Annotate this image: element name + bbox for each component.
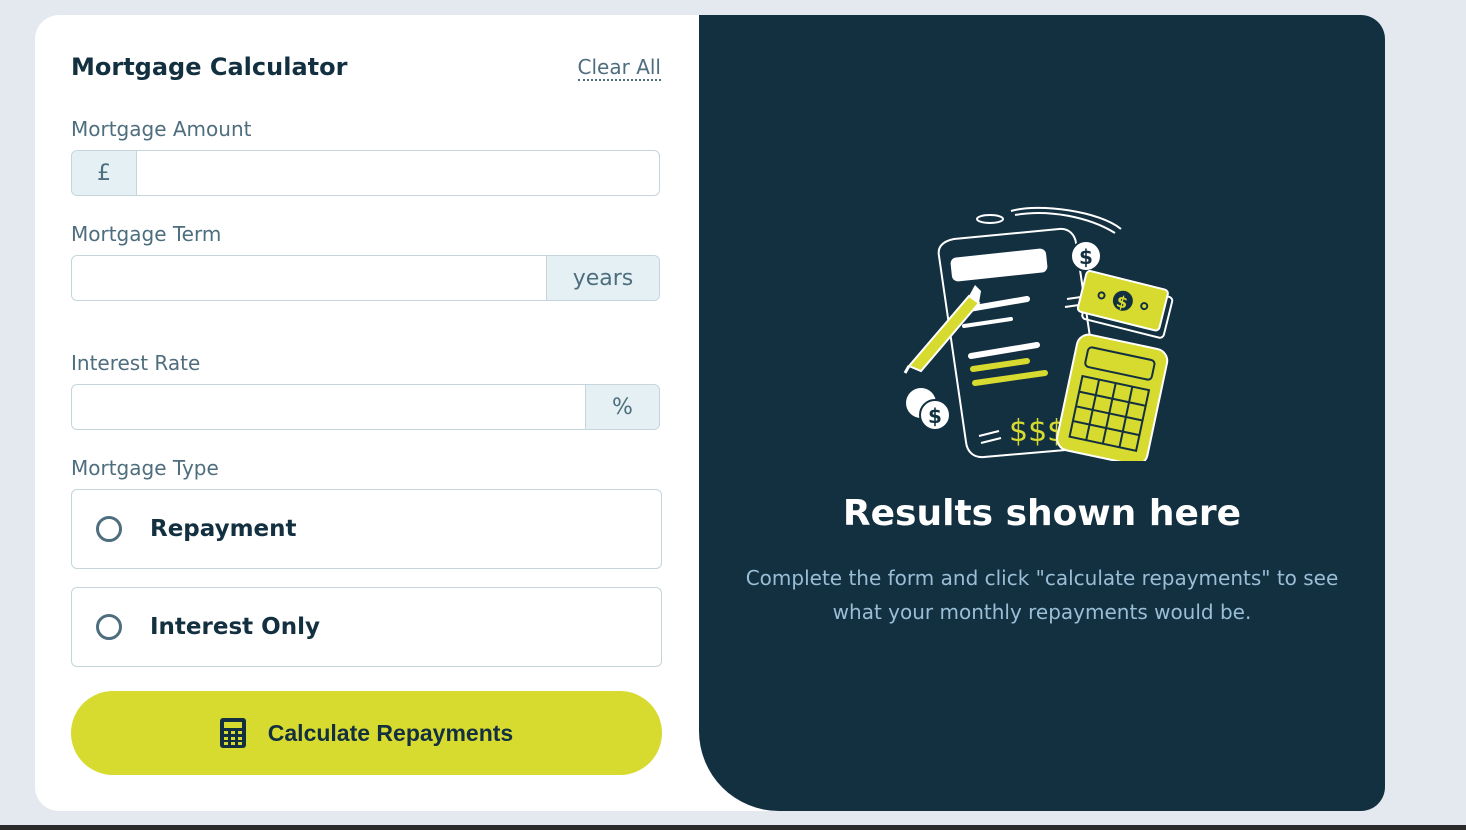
radio-option-label: Repayment — [150, 516, 297, 542]
taskbar-strip — [0, 825, 1466, 830]
calculator-form: Mortgage Calculator Clear All Mortgage A… — [35, 15, 699, 811]
mortgage-amount-input[interactable] — [137, 151, 659, 195]
form-title: Mortgage Calculator — [71, 53, 348, 81]
term-suffix: years — [546, 256, 659, 300]
svg-text:$: $ — [1079, 245, 1093, 269]
mortgage-term-input[interactable] — [72, 256, 546, 300]
mortgage-type-label: Mortgage Type — [71, 456, 219, 480]
interest-rate-label: Interest Rate — [71, 351, 201, 375]
calculate-repayments-button[interactable]: Calculate Repayments — [71, 691, 662, 775]
empty-results-illustration: $$$ $ $ $ — [903, 206, 1174, 461]
interest-rate-input[interactable] — [72, 385, 585, 429]
percent-suffix: % — [585, 385, 659, 429]
radio-option-interest-only[interactable]: Interest Only — [71, 587, 662, 667]
radio-circle-icon[interactable] — [96, 614, 122, 640]
results-description: Complete the form and click "calculate r… — [745, 566, 1339, 624]
svg-text:$: $ — [928, 404, 942, 428]
results-panel: $$$ $ $ $ Results shown here Complete th… — [699, 15, 1385, 811]
calculator-icon — [219, 718, 246, 748]
radio-circle-icon[interactable] — [96, 516, 122, 542]
interest-rate-field: % — [71, 384, 660, 430]
radio-option-label: Interest Only — [150, 614, 320, 640]
mortgage-amount-label: Mortgage Amount — [71, 117, 252, 141]
results-title: Results shown here — [842, 493, 1242, 534]
clear-all-link[interactable]: Clear All — [577, 55, 661, 81]
mortgage-term-label: Mortgage Term — [71, 222, 222, 246]
mortgage-term-field: years — [71, 255, 660, 301]
radio-option-repayment[interactable]: Repayment — [71, 489, 662, 569]
mortgage-amount-field: £ — [71, 150, 660, 196]
mortgage-calculator-card: Mortgage Calculator Clear All Mortgage A… — [35, 15, 1385, 811]
calculate-button-label: Calculate Repayments — [267, 719, 514, 746]
currency-prefix: £ — [72, 151, 137, 195]
